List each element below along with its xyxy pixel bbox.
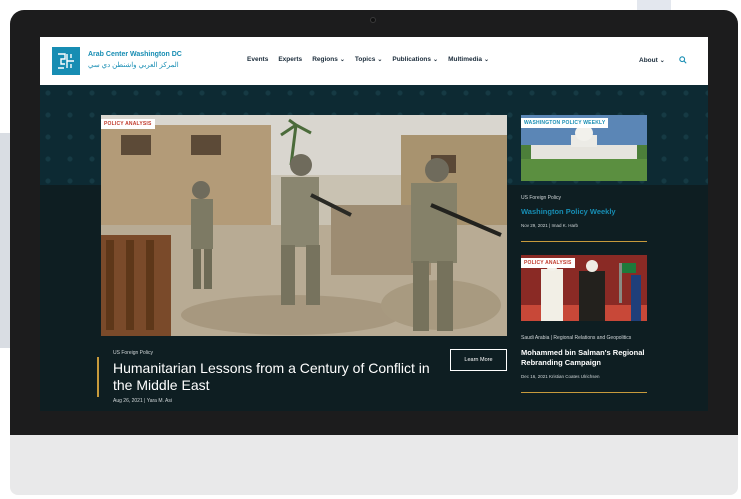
nav-events[interactable]: Events	[247, 56, 268, 63]
learn-more-button[interactable]: Learn More	[450, 349, 507, 371]
side-category-tag[interactable]: POLICY ANALYSIS	[521, 258, 575, 268]
logo-icon[interactable]	[52, 47, 80, 75]
hero-image[interactable]	[101, 115, 507, 336]
nav-multimedia[interactable]: Multimedia ⌄	[448, 56, 489, 63]
side-article-category[interactable]: US Foreign Policy	[521, 195, 561, 201]
side-article-title[interactable]: Rebranding Campaign	[521, 358, 601, 367]
nav-experts[interactable]: Experts	[278, 56, 302, 63]
side-category-tag[interactable]: WASHINGTON POLICY WEEKLY	[521, 118, 609, 128]
camera-icon	[370, 17, 376, 23]
side-article-category[interactable]: Saudi Arabia | Regional Relations and Ge…	[521, 335, 631, 341]
nav-topics[interactable]: Topics ⌄	[355, 56, 383, 63]
search-icon[interactable]	[679, 56, 687, 64]
nav-about[interactable]: About ⌄	[639, 57, 665, 64]
chevron-down-icon: ⌄	[433, 57, 439, 63]
nav-publications[interactable]: Publications ⌄	[392, 56, 438, 63]
side-article-title[interactable]: Mohammed bin Salman's Regional	[521, 348, 644, 357]
hero-accent-bar	[97, 357, 99, 397]
brand-name-arabic[interactable]: المركز العربي واشنطن دي سي	[88, 61, 179, 69]
main-nav: Events Experts Regions ⌄ Topics ⌄ Publicat…	[247, 56, 489, 63]
chevron-down-icon: ⌄	[377, 57, 383, 63]
brand-name-english[interactable]: Arab Center Washington DC	[88, 51, 182, 58]
monitor-chin	[10, 435, 738, 495]
divider	[521, 241, 647, 242]
hero-category[interactable]: US Foreign Policy	[113, 350, 153, 356]
chevron-down-icon: ⌄	[484, 57, 490, 63]
hero-meta: Aug 26, 2021 | Yara M. Asi	[113, 398, 172, 404]
side-article-meta: Dec 16, 2021 Kristian Coates Ulrichsen	[521, 374, 600, 379]
hero-category-tag[interactable]: POLICY ANALYSIS	[101, 119, 155, 129]
side-article-meta: Nov 29, 2021 | Imad K. Harb	[521, 223, 578, 228]
nav-regions[interactable]: Regions ⌄	[312, 56, 345, 63]
chevron-down-icon: ⌄	[339, 57, 345, 63]
website-screen: Arab Center Washington DC المركز العربي …	[40, 37, 708, 411]
nav-right: About ⌄	[639, 56, 687, 64]
side-article-title[interactable]: Washington Policy Weekly	[521, 207, 616, 216]
chevron-down-icon: ⌄	[659, 57, 665, 64]
divider	[521, 392, 647, 393]
hero-title[interactable]: Humanitarian Lessons from a Century of C…	[113, 360, 443, 394]
site-header: Arab Center Washington DC المركز العربي …	[40, 37, 708, 85]
